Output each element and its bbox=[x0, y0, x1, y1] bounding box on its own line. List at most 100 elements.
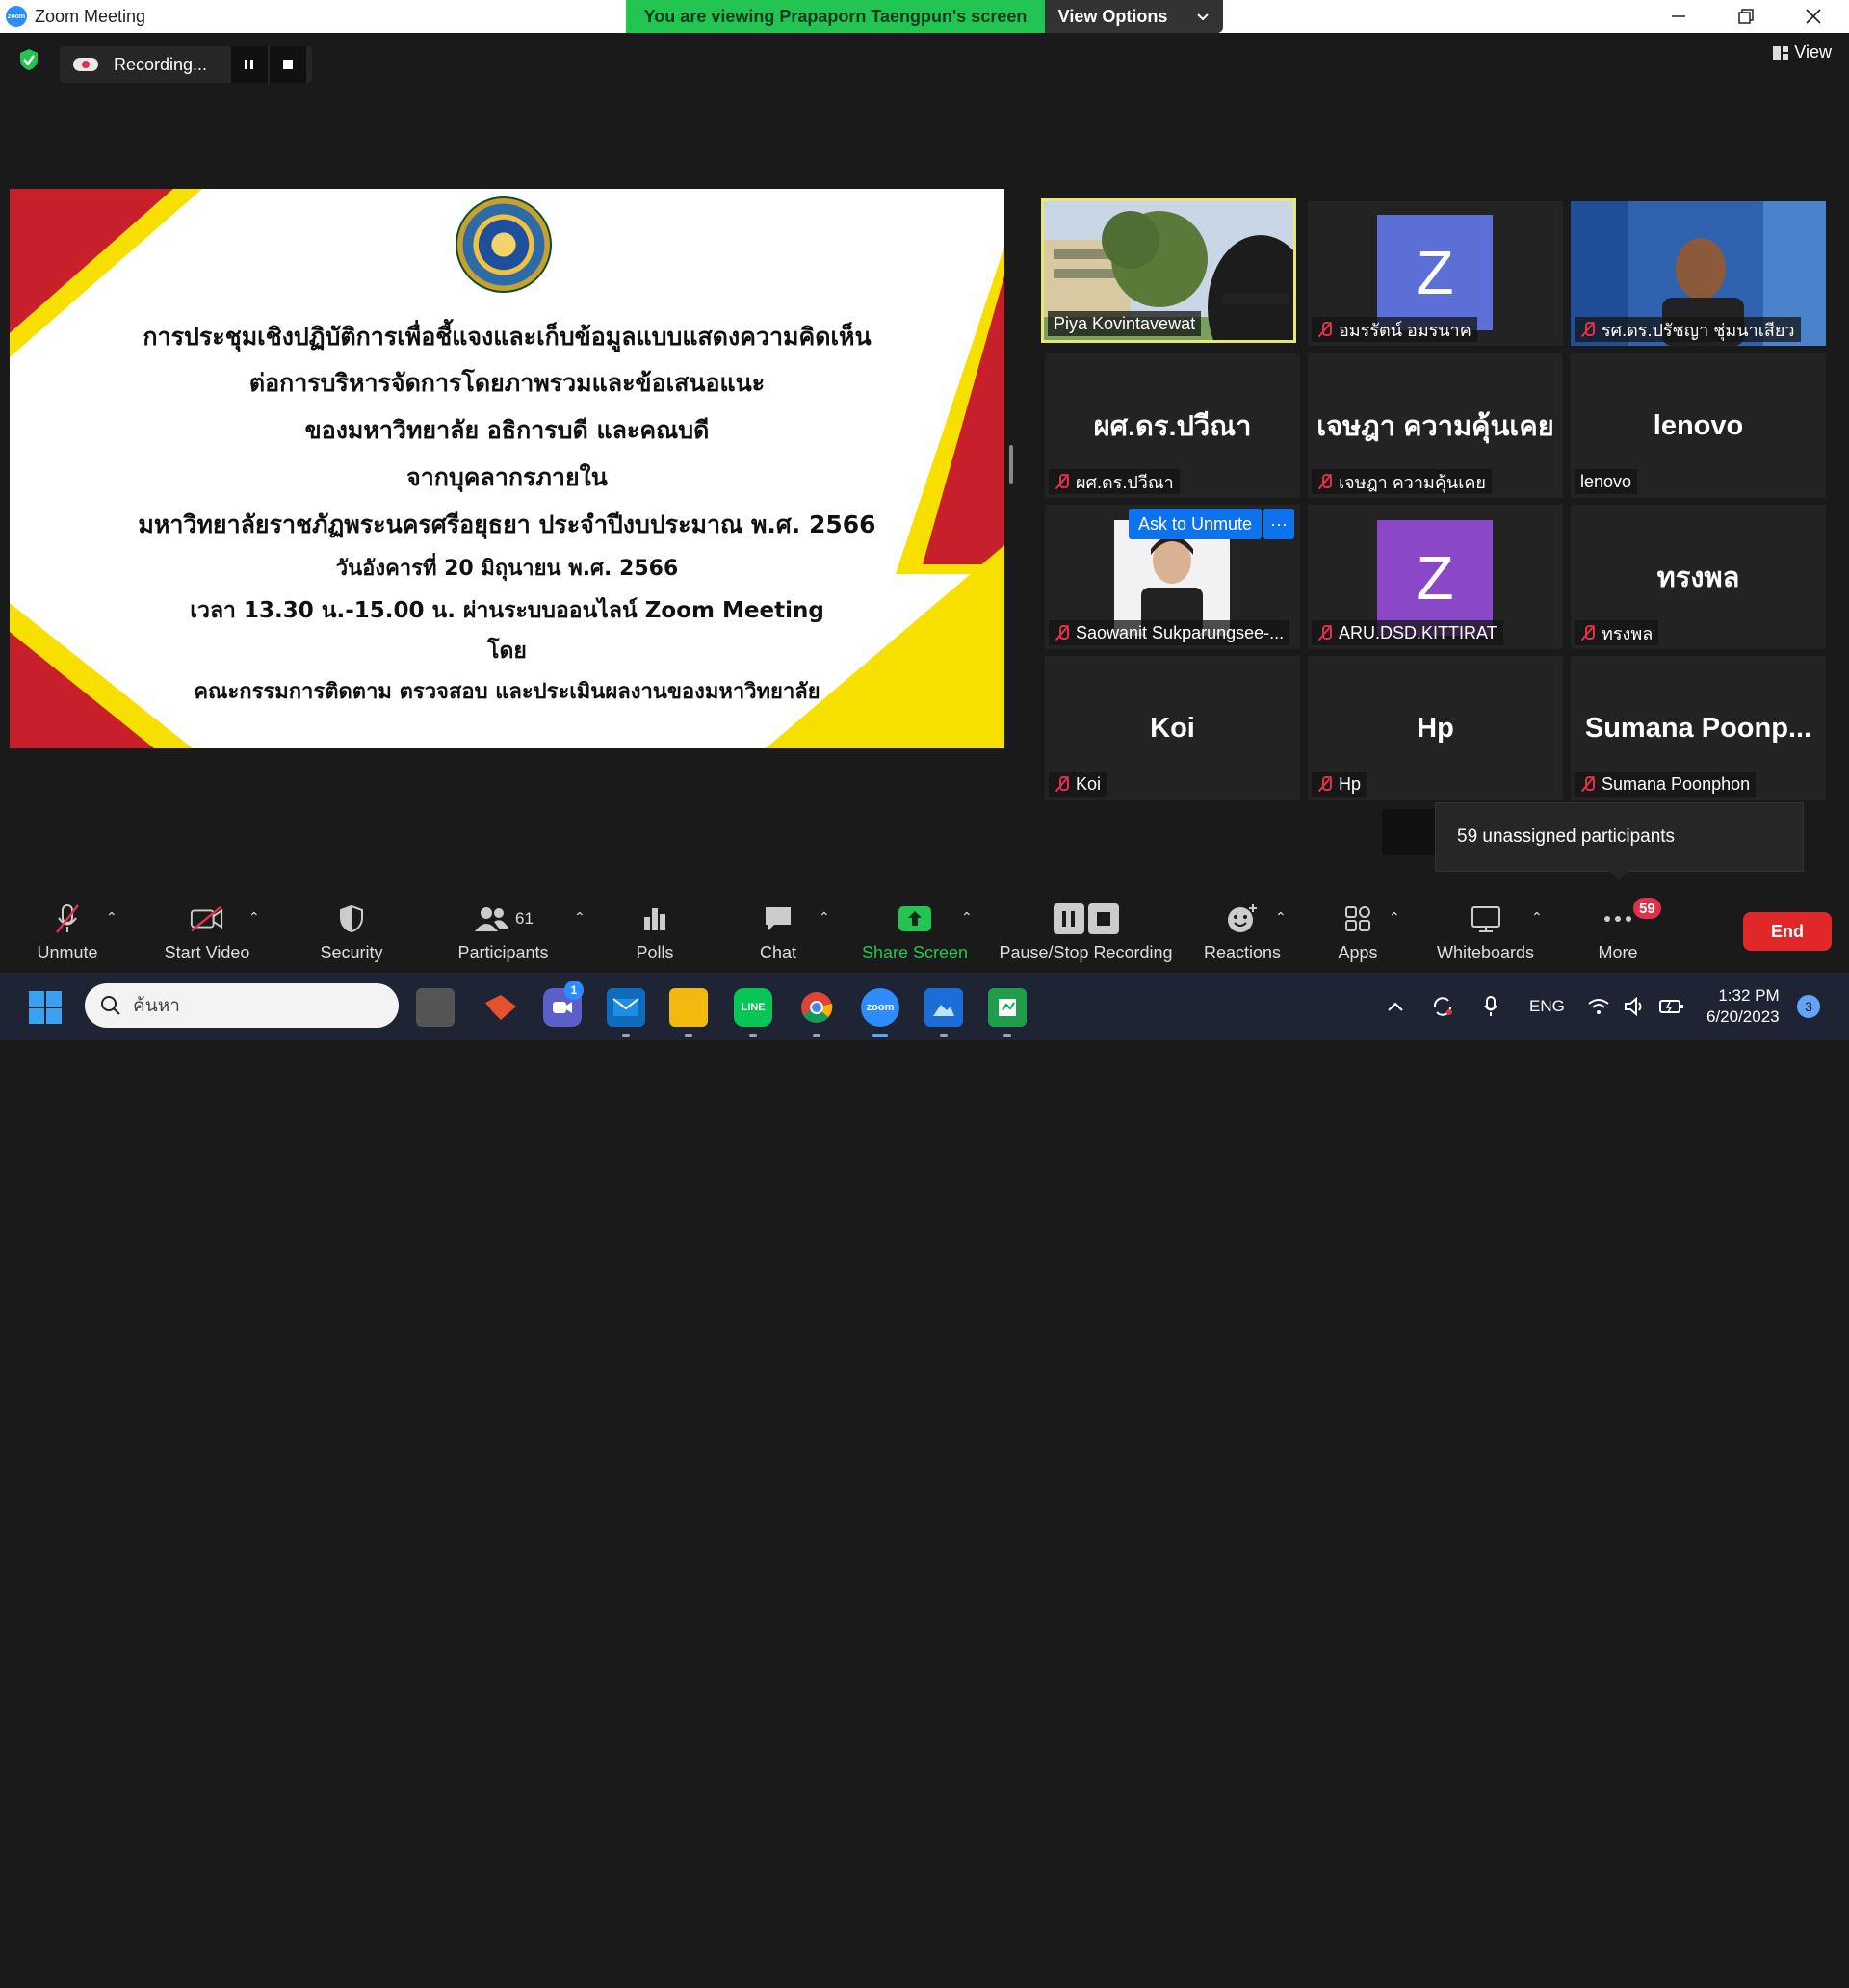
chevron-up-icon[interactable]: ⌃ bbox=[1531, 909, 1543, 926]
mail-icon[interactable] bbox=[607, 988, 645, 1027]
notification-count-badge[interactable]: 3 bbox=[1797, 995, 1820, 1018]
clock-date: 6/20/2023 bbox=[1706, 1007, 1780, 1026]
apps-icon bbox=[1341, 903, 1375, 934]
chat-icon bbox=[761, 903, 795, 934]
participant-tile[interactable]: Koi Koi bbox=[1045, 656, 1300, 800]
more-notification-badge: 59 bbox=[1633, 898, 1661, 919]
participant-tile[interactable]: lenovo lenovo bbox=[1571, 353, 1826, 498]
clock[interactable]: 1:32 PM 6/20/2023 bbox=[1706, 973, 1780, 1040]
chevron-up-icon[interactable]: ⌃ bbox=[961, 909, 973, 926]
view-options-button[interactable]: View Options bbox=[1045, 0, 1223, 33]
participant-name-label: Sumana Poonphon bbox=[1575, 772, 1757, 797]
slide-line-6: วันอังคารที่ 20 มิถุนายน พ.ศ. 2566 bbox=[335, 557, 679, 581]
participant-name-label: Piya Kovintavewat bbox=[1048, 311, 1202, 336]
shield-icon bbox=[334, 903, 369, 934]
chat-button[interactable]: Chat bbox=[730, 896, 826, 973]
recording-label: Recording... bbox=[114, 54, 208, 74]
whiteboards-label: Whiteboards bbox=[1436, 943, 1535, 962]
windows-start-icon[interactable] bbox=[29, 991, 62, 1024]
slide-line-1: การประชุมเชิงปฏิบัติการเพื่อชี้แจงและเก็… bbox=[143, 323, 872, 351]
restore-button[interactable] bbox=[1712, 0, 1780, 33]
chat-label: Chat bbox=[759, 943, 797, 962]
end-meeting-button[interactable]: End bbox=[1743, 912, 1832, 951]
participants-label: Participants bbox=[457, 943, 549, 962]
chevron-up-icon[interactable]: ⌃ bbox=[248, 909, 260, 926]
show-hidden-icons-button[interactable] bbox=[1387, 973, 1404, 1040]
chevron-up-icon[interactable]: ⌃ bbox=[574, 909, 586, 926]
panel-resize-handle[interactable] bbox=[1009, 445, 1013, 484]
participant-name: lenovo bbox=[1580, 471, 1632, 491]
minimize-button[interactable] bbox=[1645, 0, 1712, 33]
battery-icon[interactable] bbox=[1658, 973, 1685, 1040]
share-screen-label: Share Screen bbox=[861, 943, 969, 962]
reactions-button[interactable]: Reactions bbox=[1194, 896, 1290, 973]
wifi-icon[interactable] bbox=[1587, 973, 1610, 1040]
clock-time: 1:32 PM bbox=[1718, 986, 1780, 1005]
running-indicator bbox=[685, 1034, 692, 1037]
start-video-button[interactable]: Start Video bbox=[144, 896, 270, 973]
participant-tile[interactable]: รศ.ดร.ปรัชญา ชุ่มนาเสียว bbox=[1571, 201, 1826, 346]
participant-tile[interactable]: ทรงพล ทรงพล bbox=[1571, 505, 1826, 649]
apps-button[interactable]: Apps bbox=[1310, 896, 1406, 973]
participant-name-label: Koi bbox=[1049, 772, 1107, 797]
muted-mic-icon bbox=[1055, 624, 1070, 641]
page-navigation-button[interactable] bbox=[1382, 809, 1440, 855]
avatar: Z bbox=[1377, 520, 1493, 636]
recording-indicator: Recording... bbox=[60, 46, 312, 83]
participant-tile[interactable]: Hp Hp bbox=[1308, 656, 1563, 800]
pause-recording-button[interactable] bbox=[231, 46, 268, 83]
participant-tile[interactable]: เจษฎา ความคุ้นเคย เจษฎา ความคุ้นเคย bbox=[1308, 353, 1563, 498]
line-app-icon[interactable]: LINE bbox=[734, 988, 772, 1027]
chevron-up-icon[interactable]: ⌃ bbox=[106, 909, 117, 926]
sheets-app-icon[interactable] bbox=[988, 988, 1027, 1027]
participants-count: 61 bbox=[515, 909, 534, 928]
encryption-shield-icon[interactable] bbox=[15, 46, 42, 73]
participants-icon: 61 bbox=[465, 903, 542, 934]
participant-tile[interactable]: ผศ.ดร.ปวีณา ผศ.ดร.ปวีณา bbox=[1045, 353, 1300, 498]
shared-screen-slide: การประชุมเชิงปฏิบัติการเพื่อชี้แจงและเก็… bbox=[10, 189, 1004, 748]
file-explorer-icon[interactable] bbox=[669, 988, 708, 1027]
chrome-icon[interactable] bbox=[797, 988, 836, 1027]
slide-line-9: คณะกรรมการติดตาม ตรวจสอบ และประเมินผลงาน… bbox=[194, 680, 820, 704]
zoom-logo-icon: zoom bbox=[6, 6, 27, 27]
chevron-up-icon[interactable]: ⌃ bbox=[1389, 909, 1400, 926]
more-dots-icon bbox=[1601, 903, 1635, 934]
whiteboards-button[interactable]: Whiteboards bbox=[1425, 896, 1546, 973]
avatar: Z bbox=[1377, 215, 1493, 330]
taskbar-search-box[interactable]: ค้นหา bbox=[85, 983, 399, 1028]
view-button[interactable]: View bbox=[1773, 42, 1832, 63]
participant-name: เจษฎา ความคุ้นเคย bbox=[1339, 472, 1486, 492]
pause-stop-recording-button[interactable]: Pause/Stop Recording bbox=[992, 896, 1180, 973]
participant-tile[interactable]: Z อมรรัตน์ อมรนาค bbox=[1308, 201, 1563, 346]
reactions-label: Reactions bbox=[1203, 943, 1282, 962]
close-button[interactable] bbox=[1780, 0, 1847, 33]
participant-tile[interactable]: Piya Kovintavewat bbox=[1041, 198, 1296, 343]
polls-button[interactable]: Polls bbox=[607, 896, 703, 973]
ask-to-unmute-button[interactable]: Ask to Unmute bbox=[1129, 509, 1262, 539]
photos-app-icon[interactable] bbox=[924, 988, 963, 1027]
polls-icon bbox=[638, 903, 672, 934]
chevron-up-icon[interactable]: ⌃ bbox=[819, 909, 830, 926]
microphone-icon[interactable] bbox=[1483, 973, 1498, 1040]
input-language[interactable]: ENG bbox=[1529, 973, 1565, 1040]
volume-icon[interactable] bbox=[1624, 973, 1647, 1040]
participant-tile[interactable]: Sumana Poonp... Sumana Poonphon bbox=[1571, 656, 1826, 800]
participant-name-label: ทรงพล bbox=[1575, 620, 1659, 645]
sync-icon[interactable] bbox=[1431, 973, 1454, 1040]
participants-button[interactable]: 61 Participants bbox=[443, 896, 563, 973]
share-screen-button[interactable]: Share Screen bbox=[857, 896, 973, 973]
participant-name-label: Hp bbox=[1312, 772, 1367, 797]
start-video-label: Start Video bbox=[164, 943, 250, 962]
more-options-button[interactable]: ··· bbox=[1263, 509, 1294, 539]
unmute-button[interactable]: Unmute bbox=[19, 896, 116, 973]
participant-tile[interactable]: Z ARU.DSD.KITTIRAT bbox=[1308, 505, 1563, 649]
office-app-icon[interactable] bbox=[482, 988, 520, 1027]
task-view-icon[interactable] bbox=[416, 988, 455, 1027]
zoom-taskbar-icon[interactable]: zoom bbox=[861, 988, 899, 1027]
apps-label: Apps bbox=[1338, 943, 1378, 962]
security-button[interactable]: Security bbox=[303, 896, 400, 973]
chevron-up-icon[interactable]: ⌃ bbox=[1275, 909, 1287, 926]
slide-line-4: จากบุคลากรภายใน bbox=[406, 463, 608, 491]
participant-name: ARU.DSD.KITTIRAT bbox=[1339, 622, 1497, 642]
stop-recording-button[interactable] bbox=[270, 46, 306, 83]
